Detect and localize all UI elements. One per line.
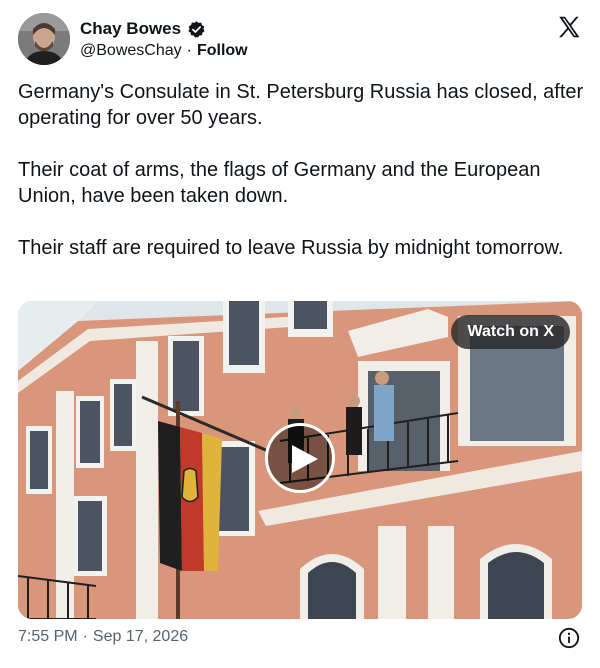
tweet-timestamp[interactable]: 7:55 PM · Sep 17, 2026 <box>18 628 188 646</box>
verified-badge-icon <box>188 20 205 38</box>
tweet-time: 7:55 PM <box>18 628 78 645</box>
play-button[interactable] <box>265 423 335 493</box>
timestamp-separator: · <box>82 628 88 645</box>
author-name-row[interactable]: Chay Bowes <box>80 18 206 40</box>
author-handle[interactable]: @BowesChay <box>80 42 182 60</box>
tweet-text: Germany's Consulate in St. Petersburg Ru… <box>18 79 584 261</box>
tweet-paragraph: Their staff are required to leave Russia… <box>18 237 564 259</box>
info-icon[interactable] <box>558 627 580 649</box>
handle-separator: · <box>186 42 192 59</box>
tweet-paragraph: Germany's Consulate in St. Petersburg Ru… <box>18 81 584 129</box>
avatar[interactable] <box>18 13 70 65</box>
author-handle-row: @BowesChay · Follow <box>80 41 248 61</box>
tweet-date: Sep 17, 2026 <box>92 628 189 645</box>
video-thumbnail[interactable]: Watch on X <box>18 301 582 619</box>
tweet-paragraph: Their coat of arms, the flags of Germany… <box>18 159 541 207</box>
x-logo-icon[interactable] <box>556 14 582 40</box>
avatar-image <box>18 13 70 65</box>
author-name[interactable]: Chay Bowes <box>80 19 181 39</box>
follow-button[interactable]: Follow <box>197 42 248 60</box>
play-icon <box>292 445 318 473</box>
tweet-card: Chay Bowes @BowesChay · Follow Germany's… <box>0 0 600 668</box>
watch-on-x-button[interactable]: Watch on X <box>451 315 570 349</box>
